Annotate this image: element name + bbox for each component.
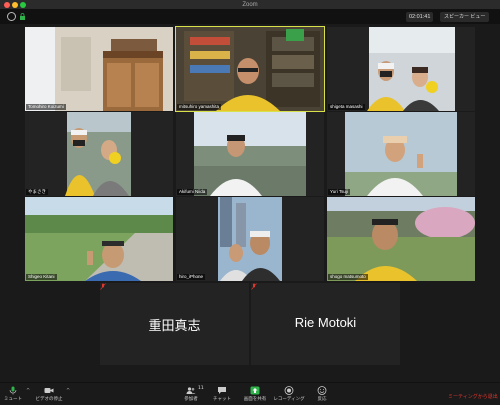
chat-label: チャット [213,396,231,401]
video-tile[interactable]: やまさき [25,112,173,196]
video-tile[interactable]: shogo matsumoto [327,197,475,281]
meeting-timer: 02:01:41 [406,12,434,22]
stop-video-label: ビデオの停止 [35,396,63,401]
window-titlebar: Zoom [0,0,500,10]
reactions-label: 反応 [317,396,327,401]
mic-muted-icon [251,283,257,290]
reactions-button[interactable]: 反応 [312,383,332,405]
speaker-view-button[interactable]: スピーカー ビュー [440,12,490,22]
video-tile[interactable]: Yuri Tsuji [327,112,475,196]
shield-icon[interactable] [7,12,16,21]
participants-icon [186,387,196,394]
participants-label: 参加者 [184,396,198,401]
video-tile[interactable]: hiro_iPhone [176,197,324,281]
participant-video [25,27,173,111]
video-tile-active-speaker[interactable]: mitsuhiro yamashita [175,26,325,112]
record-button[interactable]: レコーディング [272,383,306,405]
video-off-tile[interactable]: Rie Motoki [251,283,400,365]
participant-video [327,112,475,196]
share-screen-button[interactable]: 画面を共有 [241,383,269,405]
participant-name: hiro_iPhone [177,274,206,280]
video-tile[interactable]: Akifumi Niida [176,112,324,196]
video-tile[interactable]: Shigeo Kitani [25,197,173,281]
video-tile[interactable]: Tomohiro Koizumi [25,27,173,111]
record-icon [284,386,294,395]
stop-video-button[interactable]: ビデオの停止 [34,383,64,405]
participant-name: Tomohiro Koizumi [26,104,66,110]
mic-muted-icon [100,283,106,290]
mute-label: ミュート [4,396,22,401]
microphone-icon [9,386,17,395]
chevron-up-icon[interactable]: ^ [26,388,30,394]
participant-display-name: Rie Motoki [294,315,357,330]
lock-icon[interactable] [19,13,26,20]
participant-name: shogo matsumoto [328,274,368,280]
participant-video [176,27,324,111]
participant-name: Shigeo Kitani [26,274,57,280]
participant-name: mitsuhiro yamashita [177,104,222,110]
participants-count: 11 [198,386,204,391]
participant-video [25,112,173,196]
participant-video [176,197,324,281]
chevron-up-icon[interactable]: ^ [66,388,70,394]
mute-button[interactable]: ミュート [2,383,24,405]
participant-video [327,197,475,281]
window-title: Zoom [242,2,258,8]
leave-meeting-button[interactable]: ミーティングから退出 [448,393,498,400]
participant-video [25,197,173,281]
video-camera-icon [44,388,54,393]
chat-icon [218,387,226,394]
chat-button[interactable]: チャット [210,383,234,405]
participant-name: Akifumi Niida [177,189,208,195]
video-off-tile[interactable]: 重田真志 [100,283,249,365]
participant-display-name: 重田真志 [148,318,201,333]
record-label: レコーディング [273,396,305,401]
participant-video [176,112,324,196]
participant-name: Yuri Tsuji [328,189,350,195]
participant-name: やまさき [26,189,48,195]
participant-name: shigeta masashi [328,104,365,110]
share-screen-icon [250,386,260,395]
share-screen-label: 画面を共有 [243,396,267,401]
video-tile[interactable]: shigeta masashi [327,27,475,111]
participant-video [327,27,475,111]
emoji-icon [317,386,327,395]
